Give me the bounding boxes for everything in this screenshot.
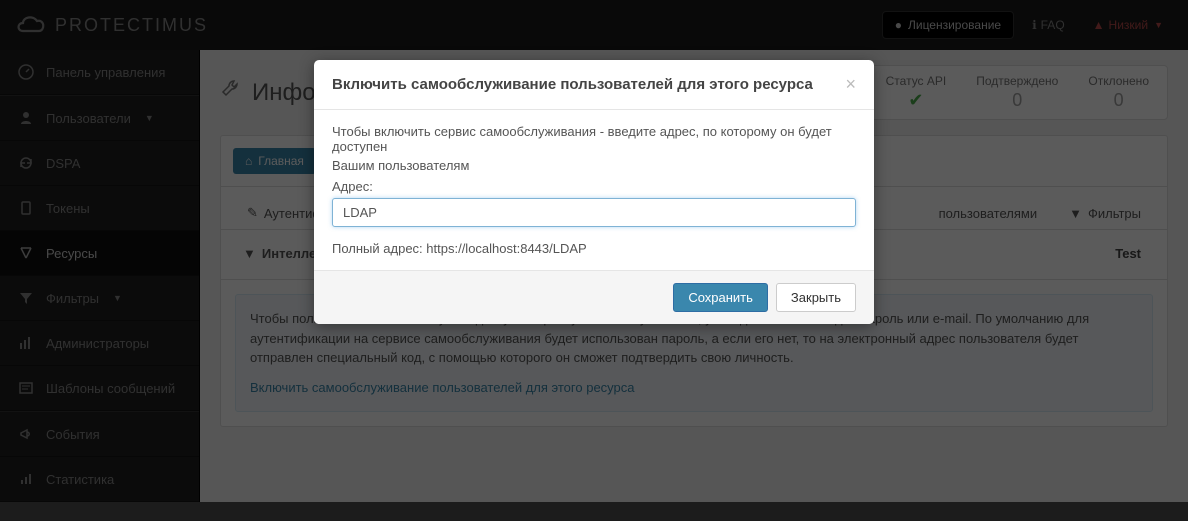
address-label: Адрес: [332,179,856,194]
modal-body: Чтобы включить сервис самообслуживания -… [314,110,874,270]
modal-desc: Чтобы включить сервис самообслуживания -… [332,124,856,154]
close-icon[interactable]: × [845,74,856,95]
close-button[interactable]: Закрыть [776,283,856,312]
full-address-prefix: Полный адрес: [332,241,426,256]
modal-footer: Сохранить Закрыть [314,270,874,324]
modal-title: Включить самообслуживание пользователей … [332,76,813,93]
modal-desc: Вашим пользователям [332,158,856,173]
selfservice-modal: Включить самообслуживание пользователей … [314,60,874,324]
save-button[interactable]: Сохранить [673,283,768,312]
full-address: Полный адрес: https://localhost:8443/LDA… [332,241,856,256]
address-input[interactable] [332,198,856,227]
modal-header: Включить самообслуживание пользователей … [314,60,874,110]
full-address-url: https://localhost:8443/LDAP [426,241,586,256]
